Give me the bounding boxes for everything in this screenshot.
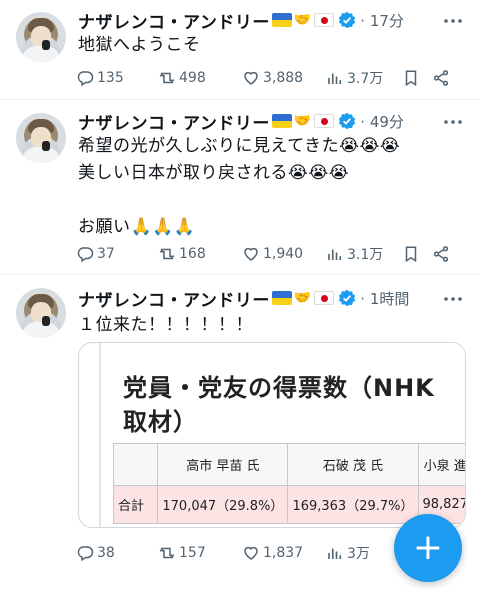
avatar[interactable] xyxy=(16,288,66,338)
like-count: 1,940 xyxy=(263,246,304,262)
ukraine-flag-icon xyxy=(271,13,292,27)
vote-table: 高市 早苗 氏 石破 茂 氏 小泉 進 合計 170,047（29.8%） 16… xyxy=(112,443,465,524)
reply-button[interactable]: 135 xyxy=(76,69,158,87)
reply-icon xyxy=(77,71,94,87)
verified-badge-icon xyxy=(339,11,356,29)
media-card[interactable]: 党員・党友の得票数（NHK取材） 高市 早苗 氏 石破 茂 氏 小泉 進 合計 … xyxy=(78,342,466,528)
retweet-count: 498 xyxy=(179,70,206,86)
ukraine-flag-icon xyxy=(271,291,292,305)
heart-icon xyxy=(244,71,258,85)
views-count: 3.1万 xyxy=(347,247,384,263)
handshake-icon: 🤝 xyxy=(293,290,312,306)
author-name[interactable]: ナザレンコ・アンドリー xyxy=(78,109,270,134)
avatar[interactable] xyxy=(16,113,66,163)
like-button[interactable]: 3,888 xyxy=(242,69,326,87)
tweet[interactable]: ナザレンコ・アンドリー 🤝 · 17分 地獄へようこそ 135 498 3,88… xyxy=(0,0,480,100)
reply-icon xyxy=(77,247,94,263)
author-name[interactable]: ナザレンコ・アンドリー xyxy=(78,286,270,311)
japan-flag-icon xyxy=(314,114,335,128)
author-name[interactable]: ナザレンコ・アンドリー xyxy=(78,8,270,33)
retweet-count: 157 xyxy=(179,545,206,561)
tweet-header: ナザレンコ・アンドリー 🤝 · 49分 xyxy=(78,109,404,134)
like-count: 3,888 xyxy=(263,70,304,86)
japan-flag-icon xyxy=(314,291,335,305)
like-count: 1,837 xyxy=(263,545,304,561)
table-cell: 合計 xyxy=(112,485,159,524)
plus-icon: + xyxy=(412,527,444,568)
like-button[interactable]: 1,837 xyxy=(242,544,326,562)
more-dots-icon[interactable] xyxy=(442,113,464,131)
bookmark-button[interactable] xyxy=(402,245,432,263)
views-button[interactable]: 3.1万 xyxy=(326,244,402,264)
card-title: 党員・党友の得票数（NHK取材） xyxy=(123,374,435,436)
more-dots-icon[interactable] xyxy=(442,12,464,30)
table-header-cell: 石破 茂 氏 xyxy=(287,443,419,486)
tweet-time[interactable]: · 1時間 xyxy=(360,288,409,309)
table-header-cell: 高市 早苗 氏 xyxy=(157,443,289,486)
like-button[interactable]: 1,940 xyxy=(242,245,326,263)
reply-button[interactable]: 37 xyxy=(76,245,158,263)
views-button[interactable]: 3万 xyxy=(326,543,402,563)
tweet[interactable]: ナザレンコ・アンドリー 🤝 · 49分 希望の光が久しぶりに見えてきた😭😭😭 美… xyxy=(0,101,480,275)
bookmark-icon xyxy=(405,70,417,87)
more-dots-icon[interactable] xyxy=(442,290,464,308)
verified-badge-icon xyxy=(339,112,356,130)
media-image: 党員・党友の得票数（NHK取材） 高市 早苗 氏 石破 茂 氏 小泉 進 合計 … xyxy=(99,343,465,527)
tweet-text: 地獄へようこそ xyxy=(78,35,201,55)
retweet-button[interactable]: 157 xyxy=(158,544,242,562)
tweet-header: ナザレンコ・アンドリー 🤝 · 1時間 xyxy=(78,286,409,311)
tweet-time[interactable]: · 17分 xyxy=(360,10,404,31)
views-chart-icon xyxy=(328,548,342,559)
share-button[interactable] xyxy=(432,245,456,263)
reply-icon xyxy=(77,546,94,562)
table-header-row: 高市 早苗 氏 石破 茂 氏 小泉 進 xyxy=(112,443,465,486)
table-header-cell xyxy=(112,443,159,486)
tweet-actions: 135 498 3,888 3.7万 xyxy=(76,66,466,90)
retweet-icon xyxy=(159,72,175,84)
retweet-icon xyxy=(159,248,175,260)
views-chart-icon xyxy=(328,73,342,84)
table-cell: 170,047（29.8%） xyxy=(157,485,289,524)
table-header-cell: 小泉 進 xyxy=(417,443,465,486)
heart-icon xyxy=(244,546,258,560)
tweet-text: 希望の光が久しぶりに見えてきた😭😭😭 美しい日本が取り戻される😭😭😭 お願い🙏🙏… xyxy=(78,136,401,237)
reply-count: 37 xyxy=(97,246,115,262)
retweet-count: 168 xyxy=(179,246,206,262)
reply-count: 135 xyxy=(97,70,124,86)
bookmark-icon xyxy=(405,246,417,263)
heart-icon xyxy=(244,247,258,261)
tweet-header: ナザレンコ・アンドリー 🤝 · 17分 xyxy=(78,8,404,33)
compose-button[interactable]: + xyxy=(394,514,462,582)
views-count: 3万 xyxy=(347,546,370,562)
retweet-icon xyxy=(159,547,175,559)
bookmark-button[interactable] xyxy=(402,69,432,87)
reply-button[interactable]: 38 xyxy=(76,544,158,562)
views-count: 3.7万 xyxy=(347,71,384,87)
tweet-actions: 37 168 1,940 3.1万 xyxy=(76,242,466,266)
share-icon xyxy=(433,70,449,86)
share-icon xyxy=(433,246,449,262)
japan-flag-icon xyxy=(314,13,335,27)
avatar[interactable] xyxy=(16,12,66,62)
views-chart-icon xyxy=(328,249,342,260)
verified-badge-icon xyxy=(339,289,356,307)
share-button[interactable] xyxy=(432,69,456,87)
ukraine-flag-icon xyxy=(271,114,292,128)
reply-count: 38 xyxy=(97,545,115,561)
views-button[interactable]: 3.7万 xyxy=(326,68,402,88)
handshake-icon: 🤝 xyxy=(293,12,312,28)
retweet-button[interactable]: 498 xyxy=(158,69,242,87)
table-cell: 169,363（29.7%） xyxy=(287,485,419,524)
retweet-button[interactable]: 168 xyxy=(158,245,242,263)
tweet-time[interactable]: · 49分 xyxy=(360,111,404,132)
tweet-text: １位来た！！！！！！ xyxy=(78,315,253,335)
handshake-icon: 🤝 xyxy=(293,113,312,129)
